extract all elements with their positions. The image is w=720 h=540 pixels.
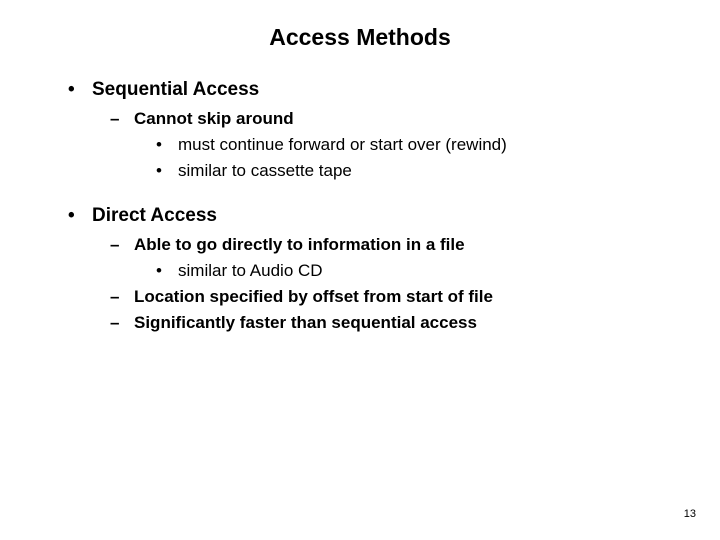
sub-text: Significantly faster than sequential acc… — [134, 313, 477, 332]
sub-text: Able to go directly to information in a … — [134, 235, 465, 254]
page-number: 13 — [684, 508, 696, 520]
sub-item: Significantly faster than sequential acc… — [110, 313, 670, 333]
sub-item: Location specified by offset from start … — [110, 287, 670, 307]
detail-item: similar to cassette tape — [156, 161, 670, 181]
detail-item: must continue forward or start over (rew… — [156, 135, 670, 155]
bullet-list-level1: Sequential Access Cannot skip around mus… — [50, 79, 670, 181]
section-sequential: Sequential Access Cannot skip around mus… — [68, 79, 670, 181]
detail-item: similar to Audio CD — [156, 261, 670, 281]
spacer — [50, 191, 670, 205]
section-direct: Direct Access Able to go directly to inf… — [68, 205, 670, 333]
bullet-list-level2: Cannot skip around must continue forward… — [92, 109, 670, 181]
sub-text: Location specified by offset from start … — [134, 287, 493, 306]
slide-title: Access Methods — [50, 24, 670, 51]
bullet-list-level2: Able to go directly to information in a … — [92, 235, 670, 333]
sub-text: Cannot skip around — [134, 109, 294, 128]
sub-item: Cannot skip around must continue forward… — [110, 109, 670, 181]
section-heading: Direct Access — [92, 205, 217, 226]
sub-item: Able to go directly to information in a … — [110, 235, 670, 281]
section-heading: Sequential Access — [92, 79, 259, 100]
bullet-list-level3: similar to Audio CD — [134, 261, 670, 281]
bullet-list-level1: Direct Access Able to go directly to inf… — [50, 205, 670, 333]
bullet-list-level3: must continue forward or start over (rew… — [134, 135, 670, 181]
